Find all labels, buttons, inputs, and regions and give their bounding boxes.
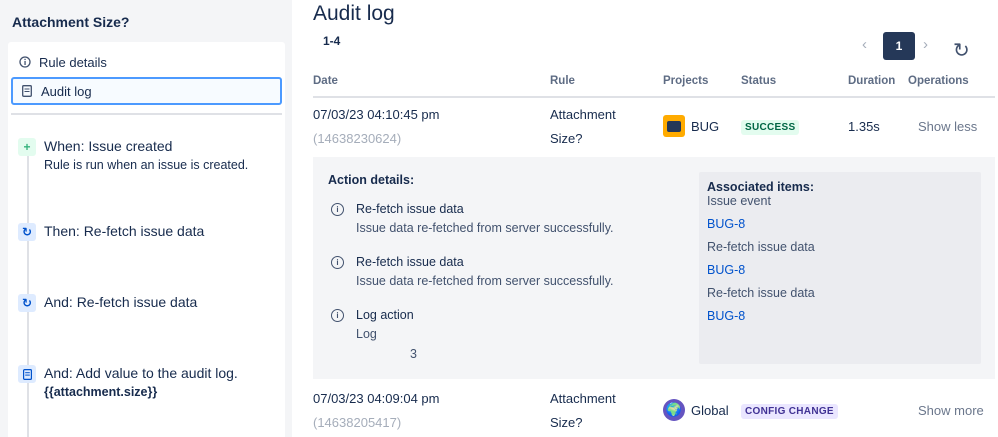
nav-audit-log-label: Audit log [41,83,92,99]
row-rule-line2: Size? [550,415,583,430]
issue-link[interactable]: BUG-8 [707,309,745,323]
action-title: Re-fetch issue data [356,202,464,216]
row-project: Global [691,403,729,418]
page-button-current[interactable]: 1 [883,32,915,60]
refresh-icon: ↻ [18,223,36,241]
step-title: Then: Re-fetch issue data [44,223,205,239]
page-title: Audit log [313,2,395,25]
associated-items-panel: Associated items: Issue event BUG-8 Re-f… [699,172,981,364]
action-description: Issue data re-fetched from server succes… [356,221,614,235]
action-title: Re-fetch issue data [356,255,464,269]
action-description: Log [356,327,377,341]
row-id: (14638230624) [313,131,402,146]
row-project: BUG [691,119,720,134]
row-rule-line2: Size? [550,131,583,146]
status-badge: CONFIG CHANGE [741,404,838,419]
step-title: And: Add value to the audit log. [44,365,238,381]
step-title: And: Re-fetch issue data [44,294,198,310]
action-details-panel: Action details: i Re-fetch issue data Is… [313,157,995,379]
row-id: (14638205417) [313,415,402,430]
step-title: When: Issue created [44,138,173,154]
column-header-operations: Operations [908,75,969,87]
globe-icon: 🌍 [663,399,685,421]
step-description: Rule is run when an issue is created. [44,158,249,172]
header-divider [313,96,995,98]
nav-rule-details[interactable]: Rule details [11,48,282,76]
associated-items-title: Associated items: [707,180,814,194]
action-details-title: Action details: [328,173,415,187]
nav-audit-log[interactable]: Audit log [11,77,282,105]
document-icon [18,365,36,383]
info-icon: i [331,256,344,269]
column-header-status: Status [741,75,777,87]
log-value: 3 [410,347,417,361]
row-rule: Attachment [550,391,616,406]
chevron-right-icon[interactable]: › [923,36,928,53]
info-icon [11,56,39,68]
status-badge: SUCCESS [741,120,800,135]
associated-item-label: Issue event [707,194,771,208]
refresh-icon: ↻ [18,294,36,312]
issue-link[interactable]: BUG-8 [707,263,745,277]
rule-title: Attachment Size? [12,14,130,30]
result-range: 1-4 [323,34,341,48]
nav-rule-details-label: Rule details [39,54,107,70]
audit-log-main: Audit log 1-4 ‹ 1 › ↻ Date Rule Projects… [313,0,998,437]
issue-link[interactable]: BUG-8 [707,217,745,231]
column-header-duration: Duration [848,75,896,87]
refresh-icon[interactable]: ↻ [953,38,970,63]
row-duration: 1.35s [848,119,880,134]
show-more-button[interactable]: Show more [918,403,984,418]
row-date: 07/03/23 04:10:45 pm [313,107,440,122]
rule-sidebar: Attachment Size? Rule details Audit log … [0,0,292,437]
divider [11,113,282,115]
column-header-rule: Rule [550,75,575,87]
row-rule: Attachment [550,107,616,122]
associated-item-label: Re-fetch issue data [707,286,815,300]
step-description: {{attachment.size}} [44,385,158,399]
row-date: 07/03/23 04:09:04 pm [313,391,440,406]
info-icon: i [331,309,344,322]
associated-item-label: Re-fetch issue data [707,240,815,254]
bug-project-icon [663,115,685,137]
info-icon: i [331,203,344,216]
document-icon [13,85,41,97]
plus-icon: + [18,138,36,156]
action-description: Issue data re-fetched from server succes… [356,274,614,288]
chevron-left-icon[interactable]: ‹ [862,36,867,53]
column-header-date: Date [313,75,338,87]
action-title: Log action [356,308,414,322]
show-less-button[interactable]: Show less [918,119,977,134]
column-header-projects: Projects [663,75,709,87]
